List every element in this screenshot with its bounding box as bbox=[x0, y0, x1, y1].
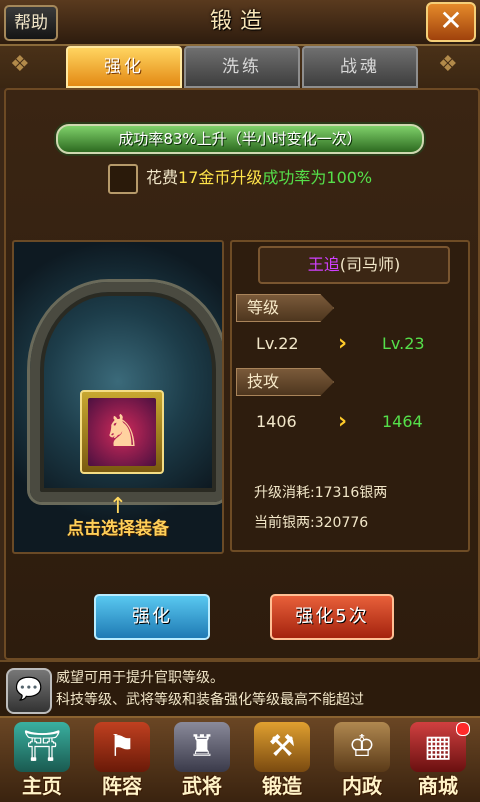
close-button[interactable]: ✕ bbox=[426, 2, 476, 42]
home-icon: ⛩ bbox=[14, 722, 70, 772]
level-current: Lv.22 bbox=[256, 334, 299, 353]
left-ornament-icon: ❖ bbox=[10, 52, 30, 77]
forge-icon: ⚒ bbox=[254, 722, 310, 772]
tip-line-1: 威望可用于提升官职等级。 bbox=[56, 670, 224, 686]
stats-panel: 王追(司马师) 等级 Lv.22 › Lv.23 技攻 1406 › 1464 … bbox=[230, 240, 470, 552]
bottom-nav: ⛩ 主页 ⚑ 阵容 ♜ 武将 ⚒ 锻造 ♔ 内政 ▦ 商城 bbox=[0, 716, 480, 802]
nav-home[interactable]: ⛩ 主页 bbox=[4, 722, 80, 800]
equipment-slot[interactable]: ♞ bbox=[80, 390, 164, 474]
gold-upgrade-text: 花费17金币升级成功率为100% bbox=[146, 168, 373, 187]
level-next: Lv.23 bbox=[382, 334, 425, 353]
nav-formation[interactable]: ⚑ 阵容 bbox=[84, 722, 160, 800]
warhorse-icon: ♞ bbox=[88, 398, 156, 466]
nav-generals[interactable]: ♜ 武将 bbox=[164, 722, 240, 800]
current-silver: 当前银两:320776 bbox=[254, 515, 369, 531]
help-button[interactable]: 帮助 bbox=[4, 5, 58, 41]
enhance-five-times-button[interactable]: 强化5次 bbox=[270, 594, 394, 640]
page-title: 锻造 bbox=[209, 9, 270, 34]
internal-affairs-icon: ♔ bbox=[334, 722, 390, 772]
general-role: (司马师) bbox=[339, 255, 401, 274]
nav-shop[interactable]: ▦ 商城 bbox=[400, 722, 476, 800]
gold-cost: 17金币升级 bbox=[178, 168, 263, 187]
equipment-select-area[interactable]: ♞ ↑ 点击选择装备 bbox=[12, 240, 224, 554]
general-name: 王追 bbox=[307, 255, 340, 274]
tip-bar: 💬 威望可用于提升官职等级。 科技等级、武将等级和装备强化等级最高不能超过 bbox=[0, 660, 480, 718]
chevron-right-icon: › bbox=[338, 409, 348, 434]
select-equipment-hint[interactable]: 点击选择装备 bbox=[14, 514, 222, 539]
skill-current: 1406 bbox=[256, 412, 297, 431]
tab-war-soul[interactable]: 战魂 bbox=[302, 46, 418, 88]
close-icon: ✕ bbox=[439, 4, 463, 37]
tip-line-2: 科技等级、武将等级和装备强化等级最高不能超过 bbox=[56, 692, 364, 708]
level-label: 等级 bbox=[236, 294, 334, 322]
chevron-right-icon: › bbox=[338, 331, 348, 356]
nav-forge[interactable]: ⚒ 锻造 bbox=[244, 722, 320, 800]
success-rate-bar: 成功率83%上升（半小时变化一次） bbox=[56, 124, 424, 154]
skill-label: 技攻 bbox=[236, 368, 334, 396]
tab-refine[interactable]: 洗练 bbox=[184, 46, 300, 88]
upgrade-cost: 升级消耗:17316银两 bbox=[254, 485, 388, 501]
chat-button[interactable]: 💬 bbox=[6, 668, 52, 714]
enhance-button[interactable]: 强化 bbox=[94, 594, 210, 640]
general-name-plate: 王追(司马师) bbox=[258, 246, 450, 284]
top-bar: 帮助 锻造 ✕ bbox=[0, 0, 480, 46]
formation-icon: ⚑ bbox=[94, 722, 150, 772]
skill-next: 1464 bbox=[382, 412, 423, 431]
notification-dot bbox=[456, 722, 470, 736]
right-ornament-icon: ❖ bbox=[438, 52, 458, 77]
tab-bar: ❖ 强化 洗练 战魂 ❖ bbox=[0, 46, 480, 88]
tab-enhance[interactable]: 强化 bbox=[66, 46, 182, 88]
guaranteed-rate: 成功率为100% bbox=[262, 168, 373, 187]
general-icon: ♜ bbox=[174, 722, 230, 772]
chat-bubble-icon: 💬 bbox=[15, 677, 43, 702]
success-rate-text: 成功率83%上升（半小时变化一次） bbox=[118, 130, 362, 148]
gold-upgrade-checkbox[interactable] bbox=[108, 164, 138, 194]
nav-internal-affairs[interactable]: ♔ 内政 bbox=[324, 722, 400, 800]
arrow-up-icon: ↑ bbox=[108, 494, 128, 519]
